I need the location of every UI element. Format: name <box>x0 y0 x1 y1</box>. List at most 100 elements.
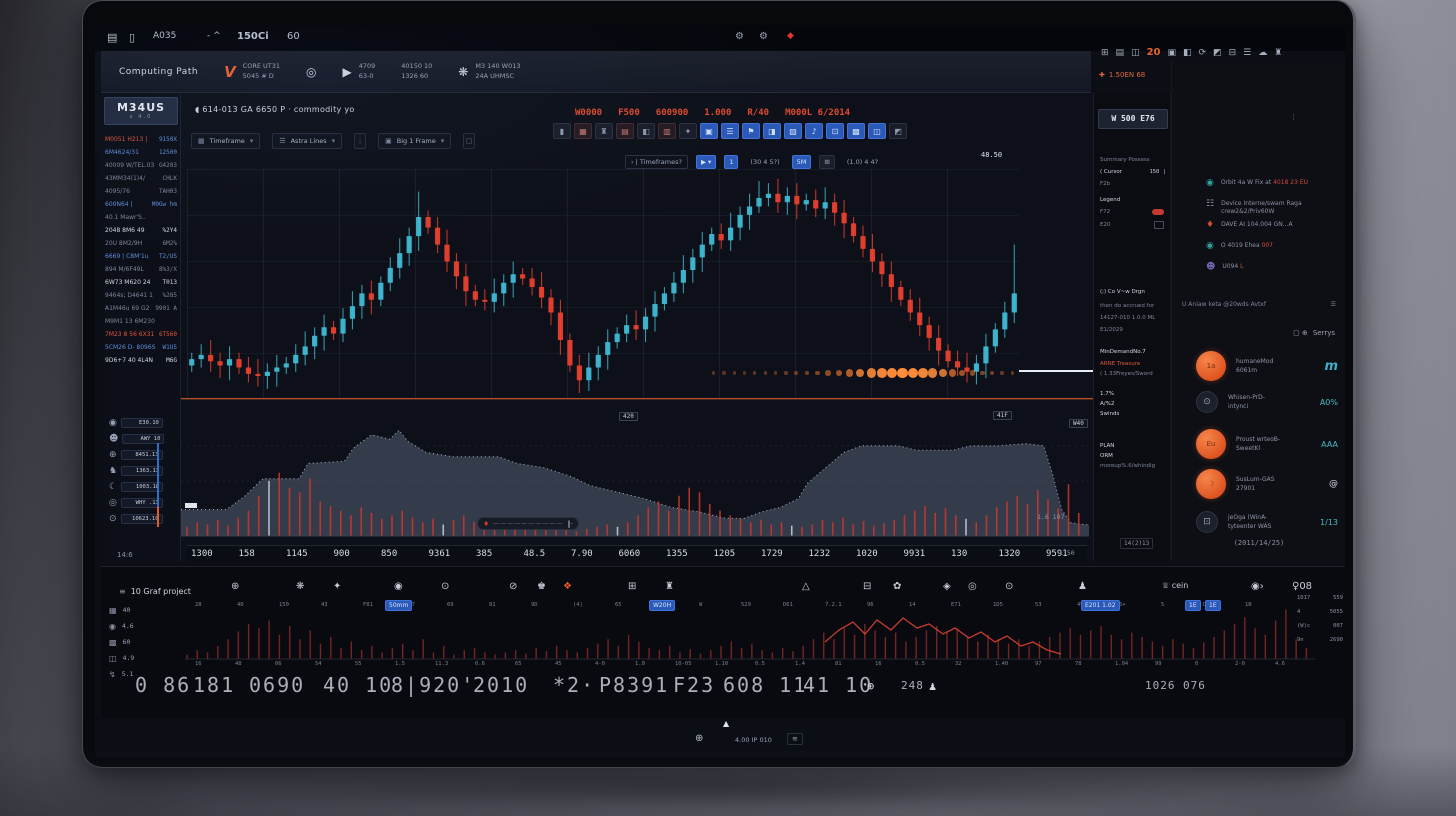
globe-icon[interactable]: ⊕ <box>695 733 703 744</box>
watchlist-row[interactable]: 6669 | C8M'1uT2/US <box>101 250 181 263</box>
legend-row[interactable]: ◫4.9 <box>109 650 134 666</box>
strip-icon[interactable]: ⊕ <box>231 581 239 592</box>
watchlist-row[interactable]: M9M1 13 6M230 <box>101 315 181 328</box>
menu-dots-icon[interactable]: ☰ <box>1331 301 1336 308</box>
notification-item[interactable]: ☻U094 L <box>1206 263 1340 272</box>
strip-icon[interactable]: ✦ <box>333 581 341 592</box>
filter-chip[interactable]: 5M <box>792 155 812 169</box>
badge-row[interactable]: ⊕8451.13 <box>103 447 181 463</box>
printer-icon[interactable]: ▤ <box>107 31 117 44</box>
scroll-anchor[interactable] <box>185 503 197 508</box>
price-level-line[interactable] <box>1019 370 1093 372</box>
tool-button[interactable]: ◨ <box>763 123 781 139</box>
watchlist-row[interactable]: 43MM34(1)4/CHLK <box>101 172 181 185</box>
order-row[interactable]: ORM <box>1100 453 1168 459</box>
separator-chip[interactable]: ▢ <box>463 133 475 149</box>
toolbar-icon[interactable]: ▤ <box>1116 48 1125 58</box>
order-row[interactable]: Legend <box>1100 197 1168 203</box>
tool-button[interactable]: ▮ <box>553 123 571 139</box>
tool-button[interactable]: ▩ <box>847 123 865 139</box>
watchlist-row[interactable]: 20U 8M2/9H6M2% <box>101 237 181 250</box>
order-row[interactable]: 1.7% <box>1100 391 1168 397</box>
strip-icon[interactable]: ♟ <box>1078 581 1087 592</box>
toolbar-icon[interactable]: ☁ <box>1258 48 1267 58</box>
badge-row[interactable]: ☾1003.18 <box>103 479 181 495</box>
strip-icon[interactable]: ◈ <box>943 581 951 592</box>
filter-chip[interactable]: (1.0) 4 4? <box>843 155 882 169</box>
toolbar-icon[interactable]: ◩ <box>1213 48 1222 58</box>
tablet-icon[interactable]: ▯ <box>129 31 135 44</box>
dropdown-2[interactable]: ▣Big 1 Frame▾ <box>378 133 451 149</box>
tool-button[interactable]: ☰ <box>721 123 739 139</box>
order-row[interactable]: ( Cursor150 | <box>1100 169 1168 175</box>
watchlist-row[interactable]: 6M4624/3112500 <box>101 146 181 159</box>
tool-button[interactable]: ♪ <box>805 123 823 139</box>
session-header[interactable]: ▢ ⊕ Serrys <box>1293 329 1335 337</box>
tool-button[interactable]: ▣ <box>700 123 718 139</box>
tool-button[interactable]: ▧ <box>784 123 802 139</box>
strip-icon[interactable]: ♚ <box>537 581 546 592</box>
gear-icon[interactable]: ⚙ <box>735 31 744 42</box>
strip-icon[interactable]: ⊟ <box>863 581 871 592</box>
logo-group[interactable]: V CORE UT315045 # D <box>224 62 280 82</box>
filter-chip[interactable]: (30 4 5?) <box>746 155 783 169</box>
watchlist-row[interactable]: 600N64 |M0Gw hm <box>101 198 181 211</box>
contact-card[interactable]: 1ahumaneMod6061mm <box>1196 351 1338 381</box>
collapse-arrow-icon[interactable]: ▲ <box>723 719 729 728</box>
notification-item[interactable]: ☷Device Interne/swam Raga crew2&2/Priv60… <box>1206 200 1340 216</box>
tool-button[interactable]: ⊡ <box>826 123 844 139</box>
strip-icon[interactable]: ⊙ <box>1005 581 1013 592</box>
strip-icon[interactable]: ❖ <box>563 581 572 592</box>
tool-button[interactable]: ♜ <box>595 123 613 139</box>
watchlist-row[interactable]: 9D6+7 40 4L4NM6G <box>101 354 181 367</box>
order-row[interactable]: E1/2029 <box>1100 327 1168 333</box>
order-row[interactable]: 14127-010 1.0.0 ML <box>1100 315 1168 321</box>
toolbar-icon[interactable]: ♜ <box>1274 48 1282 58</box>
watchlist-row[interactable]: 4095/76TAH03 <box>101 185 181 198</box>
order-row[interactable]: PLAN <box>1100 443 1168 449</box>
badge-20[interactable]: 20 <box>1147 47 1161 58</box>
tool-button[interactable]: ◩ <box>889 123 907 139</box>
filter-chip[interactable]: ⊞ <box>819 155 834 169</box>
filter-chip[interactable]: ▶ ▾ <box>696 155 716 169</box>
diamond-icon[interactable]: ◆ <box>787 31 794 41</box>
slider-hand[interactable]: ‖· <box>567 520 573 528</box>
separator-chip[interactable]: ⋮ <box>354 133 366 149</box>
watchlist-row[interactable]: 9464s; D4641 1%285 <box>101 289 181 302</box>
watchlist-row[interactable]: 40009 W/TEL.03G4203 <box>101 159 181 172</box>
order-row[interactable]: (;) Co V~w Drgn <box>1100 289 1168 295</box>
contact-card[interactable]: EuProust wrteoB-SweetKlAAA <box>1196 429 1338 459</box>
strip-icon[interactable]: ♕ cein <box>1162 581 1188 590</box>
toolbar-icon[interactable]: ◫ <box>1131 48 1140 58</box>
order-row[interactable]: A/%2 <box>1100 401 1168 407</box>
badge-row[interactable]: ◎WHY .13 <box>103 495 181 511</box>
notification-item[interactable]: ♦DAVE AI 104.004 GN...A <box>1206 221 1340 230</box>
strip-icon[interactable]: ⊙ <box>441 581 449 592</box>
contact-card[interactable]: ⊙Whisen-PrD-intynciA0% <box>1196 391 1338 413</box>
gear-group[interactable]: ❋ M3 140 W01324A UHMSC <box>458 62 520 82</box>
watchlist-row[interactable]: M0051 H213 |9150X <box>101 133 181 146</box>
contact-card[interactable]: ⊡jeOga (WinA-tyteenter WAS1/13 <box>1196 511 1338 533</box>
footer-menu-chip[interactable]: ≋ <box>787 733 803 745</box>
order-row[interactable]: E20 <box>1100 221 1168 229</box>
watchlist-row[interactable]: A1M46u 69 G29901 A <box>101 302 181 315</box>
tool-button[interactable]: ◫ <box>868 123 886 139</box>
strip-icon[interactable]: ⊞ <box>628 581 636 592</box>
badge-row[interactable]: ♞1363.13 <box>103 463 181 479</box>
watchlist-row[interactable]: 40.1 Mawr'S.. <box>101 211 181 224</box>
strip-icon[interactable]: ♜ <box>665 581 674 592</box>
tool-button[interactable]: ▤ <box>616 123 634 139</box>
strip-icon[interactable]: ◉ <box>394 581 403 592</box>
order-row[interactable]: then do accrued for <box>1100 303 1168 309</box>
strip-icon[interactable]: ⊘ <box>509 581 517 592</box>
toolbar-icon[interactable]: ◧ <box>1183 48 1192 58</box>
gear-icon[interactable]: ⚙ <box>759 31 768 42</box>
contact-card[interactable]: ☽SusLum-GAS27901@ <box>1196 469 1338 499</box>
strip-icon[interactable]: ♀08 <box>1292 581 1312 592</box>
toolbar-icon[interactable]: ▣ <box>1168 48 1177 58</box>
strip-icon[interactable]: ◉› <box>1251 581 1264 592</box>
strip-icon[interactable]: ◎ <box>968 581 977 592</box>
order-row[interactable]: ( 1.33Freyes/Sword <box>1100 371 1168 377</box>
flag-group[interactable]: ▶ 470963-0 <box>343 62 376 82</box>
order-row[interactable]: MinDemandNo.7 <box>1100 349 1168 355</box>
